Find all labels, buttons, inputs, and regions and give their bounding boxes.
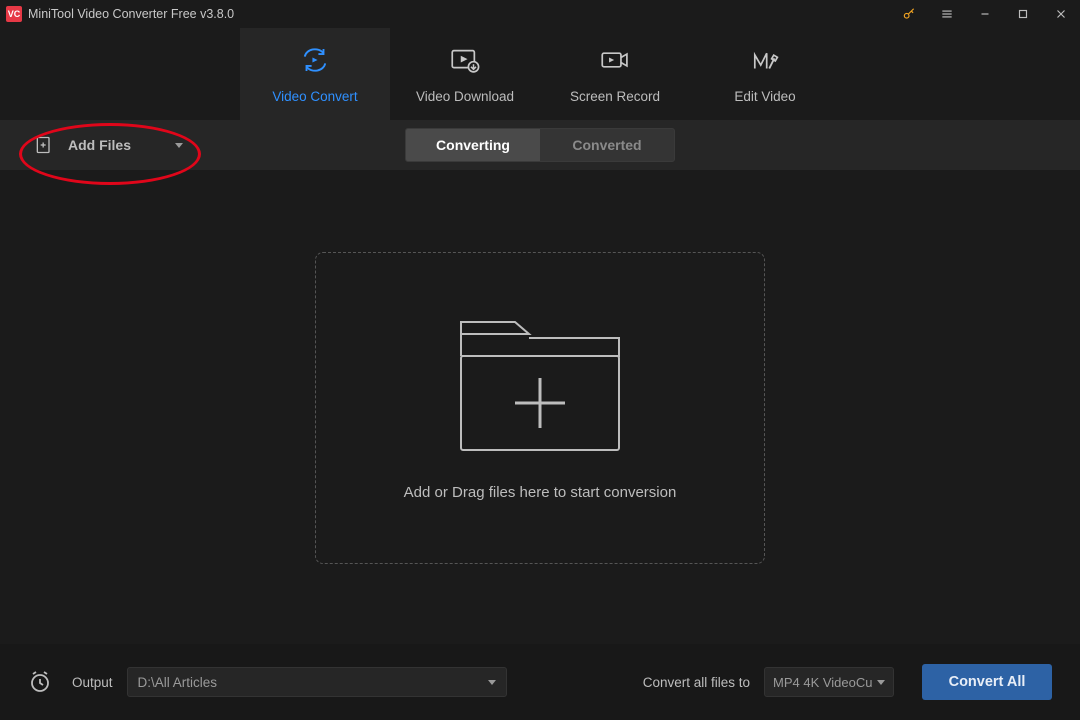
toolbar: Add Files Converting Converted <box>0 120 1080 170</box>
close-icon <box>1054 7 1068 21</box>
minimize-icon <box>978 7 992 21</box>
folder-plus-icon <box>455 316 625 456</box>
schedule-button[interactable] <box>28 670 52 694</box>
chevron-down-icon <box>488 680 496 685</box>
tab-video-download[interactable]: Video Download <box>390 28 540 120</box>
hamburger-icon <box>940 7 954 21</box>
chevron-down-icon <box>175 143 183 148</box>
add-file-icon <box>34 135 54 155</box>
add-files-button[interactable]: Add Files <box>0 120 203 170</box>
main-area: Add or Drag files here to start conversi… <box>0 170 1080 644</box>
tab-video-convert[interactable]: Video Convert <box>240 28 390 120</box>
convert-all-button[interactable]: Convert All <box>922 664 1052 700</box>
convert-icon <box>298 45 332 75</box>
convert-all-files-to-label: Convert all files to <box>643 675 750 690</box>
main-nav: Video Convert Video Download <box>0 28 1080 120</box>
app-logo: VC <box>6 6 22 22</box>
edit-icon <box>748 45 782 75</box>
output-label: Output <box>72 675 113 690</box>
tab-label: Screen Record <box>570 89 660 104</box>
titlebar: VC MiniTool Video Converter Free v3.8.0 <box>0 0 1080 28</box>
output-format-value: MP4 4K VideoCu <box>773 675 873 690</box>
tab-converting[interactable]: Converting <box>406 129 540 161</box>
close-button[interactable] <box>1042 0 1080 28</box>
tab-label: Video Download <box>416 89 514 104</box>
maximize-icon <box>1016 7 1030 21</box>
upgrade-key-button[interactable] <box>890 0 928 28</box>
add-files-label: Add Files <box>68 137 131 153</box>
tab-screen-record[interactable]: Screen Record <box>540 28 690 120</box>
bottom-bar: Output D:\All Articles Convert all files… <box>0 644 1080 720</box>
tab-label: Edit Video <box>734 89 795 104</box>
dropzone[interactable]: Add or Drag files here to start conversi… <box>315 252 765 564</box>
download-icon <box>448 45 482 75</box>
window-title: MiniTool Video Converter Free v3.8.0 <box>28 7 234 21</box>
key-icon <box>902 7 916 21</box>
tab-edit-video[interactable]: Edit Video <box>690 28 840 120</box>
menu-button[interactable] <box>928 0 966 28</box>
output-format-select[interactable]: MP4 4K VideoCu <box>764 667 894 697</box>
status-segmented: Converting Converted <box>405 128 675 162</box>
maximize-button[interactable] <box>1004 0 1042 28</box>
tab-label: Video Convert <box>272 89 357 104</box>
chevron-down-icon <box>877 680 885 685</box>
tab-converted[interactable]: Converted <box>540 129 674 161</box>
dropzone-label: Add or Drag files here to start conversi… <box>404 484 677 501</box>
minimize-button[interactable] <box>966 0 1004 28</box>
clock-icon <box>28 670 52 694</box>
output-path-value: D:\All Articles <box>138 675 218 690</box>
record-icon <box>598 45 632 75</box>
output-path-select[interactable]: D:\All Articles <box>127 667 507 697</box>
